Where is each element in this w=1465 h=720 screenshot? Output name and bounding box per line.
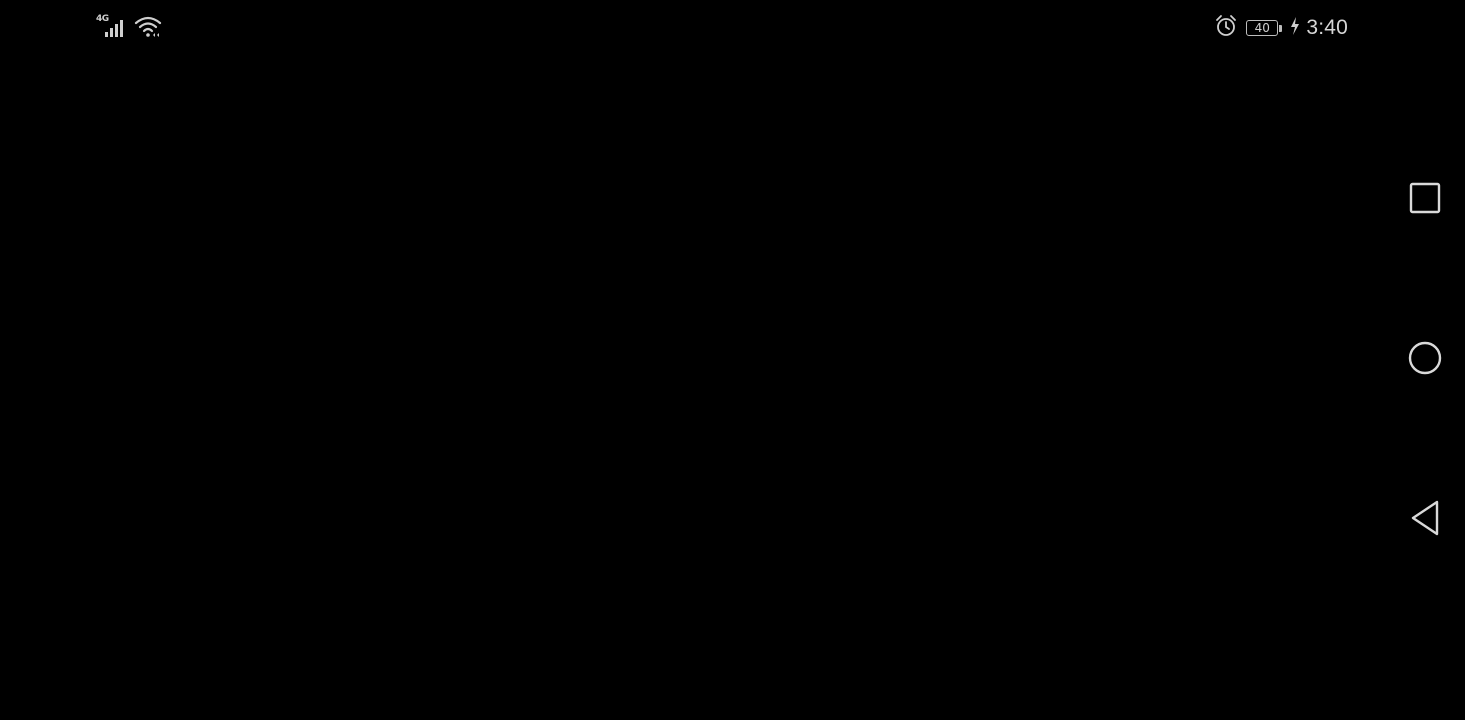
triangle-back-icon bbox=[1409, 500, 1441, 540]
screen: 4G 40 3:40 bbox=[0, 0, 1465, 720]
status-time: 3:40 bbox=[1306, 16, 1348, 39]
alarm-clock-icon bbox=[1214, 14, 1238, 42]
wifi-icon bbox=[134, 15, 162, 39]
navigation-bar bbox=[1385, 0, 1465, 720]
battery-cap bbox=[1279, 24, 1283, 32]
back-button[interactable] bbox=[1385, 480, 1465, 560]
status-bar-right: 40 3:40 bbox=[1214, 14, 1348, 42]
circle-icon bbox=[1408, 341, 1442, 379]
cellular-signal-icon: 4G bbox=[96, 14, 128, 40]
battery-level-label: 40 bbox=[1246, 20, 1279, 36]
home-button[interactable] bbox=[1385, 320, 1465, 400]
recents-button[interactable] bbox=[1385, 160, 1465, 240]
battery-icon: 40 bbox=[1246, 20, 1283, 36]
charging-bolt-icon bbox=[1290, 17, 1300, 39]
square-icon bbox=[1409, 182, 1441, 218]
status-bar-left: 4G bbox=[96, 14, 162, 40]
